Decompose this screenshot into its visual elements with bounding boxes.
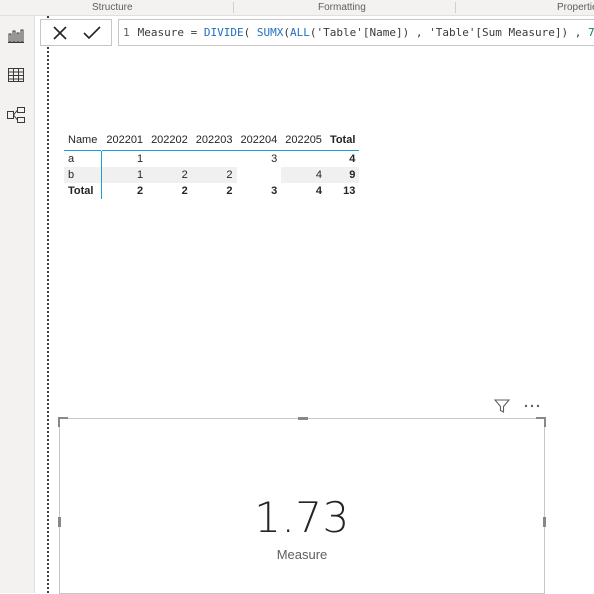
formula-token: ('Table'[Name]) ,	[309, 26, 430, 39]
total-cell: 2	[181, 185, 188, 197]
column-header[interactable]: 202204	[237, 130, 282, 151]
filter-button[interactable]	[493, 398, 511, 419]
column-header[interactable]: 202205	[281, 130, 326, 151]
formula-token: ) ,	[561, 26, 589, 39]
column-header-name[interactable]: Name	[64, 130, 102, 151]
formula-token: SUMX	[256, 26, 284, 39]
formula-editor[interactable]: 1 Measure = DIVIDE( SUMX(ALL('Table'[Name…	[118, 19, 594, 46]
row-total-cell: 9	[325, 167, 360, 183]
formula-token: Measure	[137, 26, 184, 39]
column-header[interactable]: 202203	[192, 130, 237, 151]
report-view-icon	[8, 29, 24, 43]
table-cell: 4	[281, 167, 326, 183]
row-total-cell: 4	[325, 150, 360, 167]
formula-token: =	[183, 26, 204, 39]
grand-total-cell: 13	[343, 185, 356, 197]
formula-commands	[40, 19, 112, 46]
checkmark-icon	[83, 26, 101, 40]
ribbon-separator	[233, 2, 234, 13]
row-header-total[interactable]: Total	[64, 183, 103, 199]
model-view-icon	[7, 107, 25, 123]
resize-handle[interactable]	[58, 417, 68, 427]
formula-token: 7	[588, 26, 594, 39]
page-boundary	[47, 16, 49, 593]
table-row: a 1 3 4	[64, 150, 360, 167]
formula-token: DIVIDE	[203, 26, 244, 39]
formula-text: 1 Measure = DIVIDE( SUMX(ALL('Table'[Name…	[123, 26, 594, 39]
table-cell: 1	[101, 167, 148, 183]
total-cell: 2	[136, 185, 144, 197]
ribbon-group-structure: Structure	[92, 2, 133, 13]
table-cell	[191, 150, 237, 167]
view-rail	[0, 16, 35, 593]
model-view-button[interactable]	[3, 102, 29, 128]
table-cell: 2	[147, 167, 192, 183]
table-row: b 1 2 2 4 9	[64, 167, 360, 183]
commit-formula-button[interactable]	[81, 23, 103, 43]
ribbon-group-properties: Properties	[557, 2, 594, 13]
formula-bar: 1 Measure = DIVIDE( SUMX(ALL('Table'[Name…	[36, 17, 594, 48]
matrix-table: Name 202201 202202 202203 202204 202205 …	[64, 130, 360, 199]
table-cell: 1	[101, 150, 148, 167]
row-header[interactable]: b	[64, 167, 103, 183]
table-cell	[147, 150, 192, 167]
card-label: Measure	[276, 547, 328, 562]
column-header-total[interactable]: Total	[326, 130, 359, 151]
column-header[interactable]: 202202	[147, 130, 192, 151]
cancel-formula-button[interactable]	[49, 23, 71, 43]
table-cell	[281, 150, 326, 167]
total-cell: 2	[226, 185, 233, 197]
formula-token: (	[243, 26, 257, 39]
more-options-button[interactable]	[523, 398, 541, 419]
resize-handle[interactable]	[536, 417, 546, 427]
close-icon	[53, 26, 67, 40]
report-view-button[interactable]	[3, 23, 29, 49]
resize-handle[interactable]	[298, 417, 308, 420]
more-options-icon	[524, 404, 540, 408]
total-cell: 4	[315, 185, 322, 197]
grand-total-row: Total 2 2 2 3 4 13	[64, 183, 359, 199]
ribbon-group-formatting: Formatting	[318, 2, 366, 13]
formula-token: 'Table'[Sum Measure]	[429, 26, 562, 39]
table-cell	[236, 167, 282, 183]
filter-icon	[493, 399, 511, 413]
table-cell: 3	[236, 150, 282, 167]
formula-token: ALL	[289, 26, 310, 39]
line-number: 1	[123, 26, 130, 39]
table-cell: 2	[191, 167, 237, 183]
ribbon-group-bar: Structure Formatting Properties	[0, 0, 594, 16]
card-visual[interactable]: 1.73 Measure	[58, 417, 546, 594]
row-header[interactable]: a	[64, 150, 103, 167]
matrix-visual[interactable]: Name 202201 202202 202203 202204 202205 …	[64, 130, 369, 199]
total-cell: 3	[271, 185, 278, 197]
data-view-button[interactable]	[3, 62, 29, 88]
formula-token: (	[283, 26, 290, 39]
visual-header	[492, 397, 546, 415]
card-value: 1.73	[254, 493, 350, 542]
data-view-icon	[8, 68, 24, 82]
column-header[interactable]: 202201	[102, 130, 147, 151]
ribbon-separator	[455, 2, 456, 13]
